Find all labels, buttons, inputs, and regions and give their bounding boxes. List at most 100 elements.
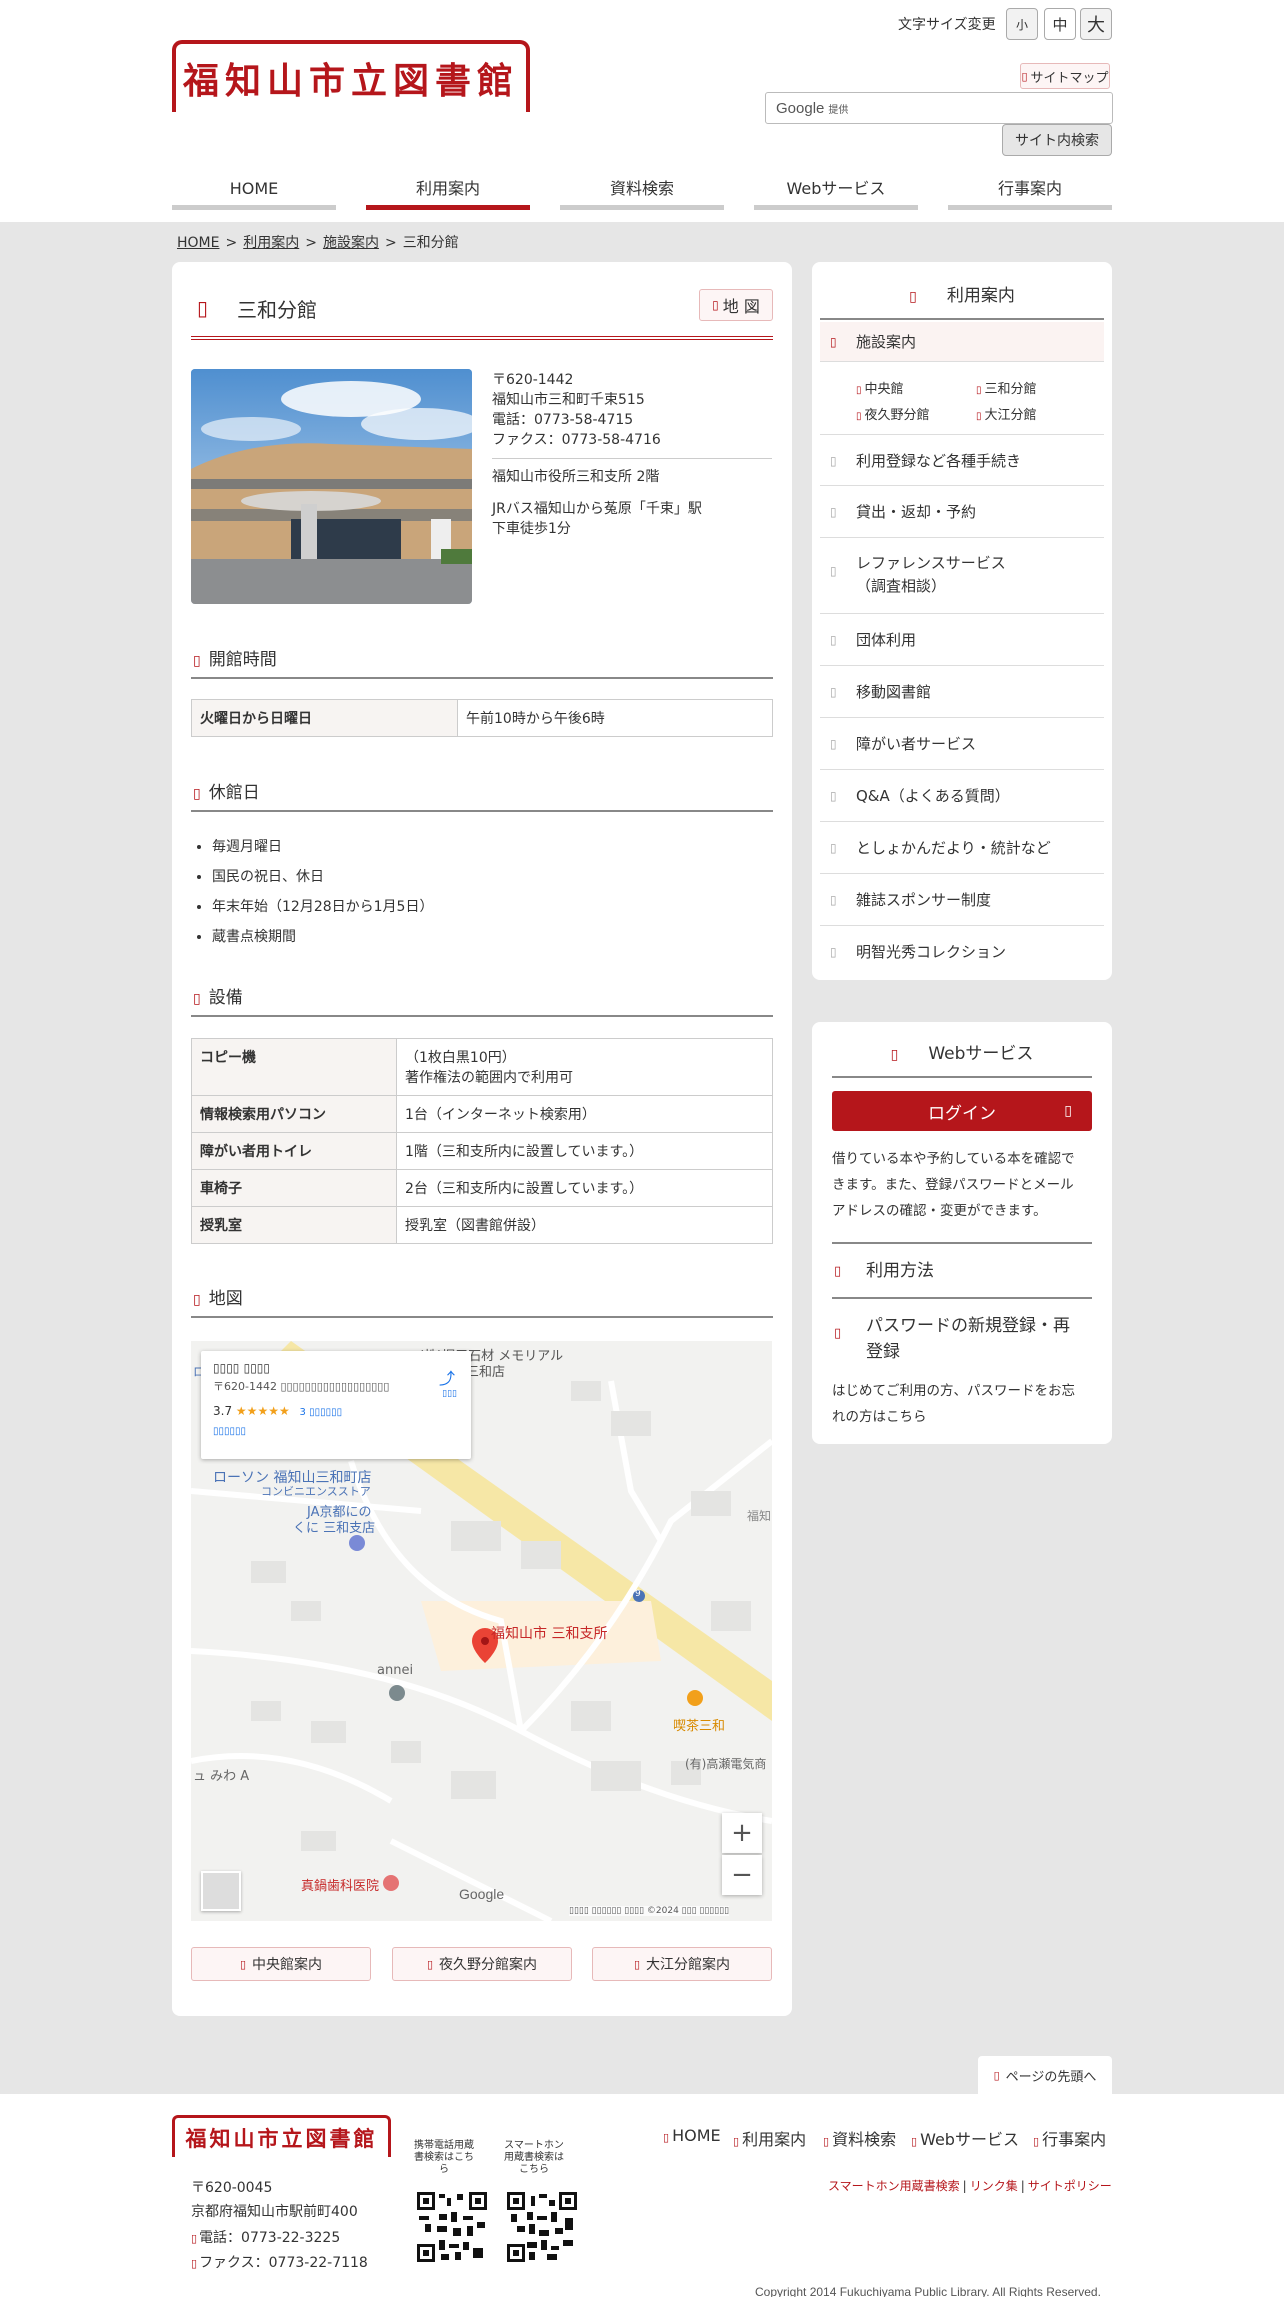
side-item-registration[interactable]: ▯ 利用登録など各種手続き bbox=[820, 434, 1104, 486]
side-item-disability[interactable]: ▯ 障がい者サービス bbox=[820, 718, 1104, 770]
bookmark-icon: ▯ bbox=[712, 298, 719, 312]
page-top-button[interactable]: ▯ ページの先頭へ bbox=[978, 2056, 1112, 2094]
bookmark-icon: ▯ bbox=[823, 2135, 830, 2148]
qr-code-smartphone bbox=[507, 2192, 577, 2262]
star-rating-icon: ★★★★★ bbox=[235, 1404, 290, 1418]
side-item-group[interactable]: ▯ 団体利用 bbox=[820, 614, 1104, 666]
font-size-medium-button[interactable]: 中 bbox=[1044, 8, 1076, 40]
site-policy-link[interactable]: サイトポリシー bbox=[1028, 2179, 1112, 2193]
page-title-bar: ▯ 三和分館 ▯ 地 図 bbox=[191, 288, 773, 340]
bookmark-icon: ▯ bbox=[1021, 69, 1028, 83]
footer-nav-search[interactable]: ▯ 資料検索 bbox=[823, 2126, 896, 2150]
bookmark-icon: ▯ bbox=[976, 385, 982, 396]
links-page-link[interactable]: リンク集 bbox=[970, 2179, 1018, 2193]
breadcrumb: HOME > 利用案内 > 施設案内 > 三和分館 bbox=[177, 235, 459, 251]
site-search-input[interactable]: Google 提供 bbox=[765, 92, 1113, 124]
side-sub-oe[interactable]: ▯ 大江分館 bbox=[976, 404, 1037, 423]
breadcrumb-home[interactable]: HOME bbox=[177, 235, 219, 251]
site-logo[interactable]: 福知山市立図書館 bbox=[172, 40, 530, 112]
breadcrumb-facility[interactable]: 施設案内 bbox=[323, 235, 379, 251]
site-search-button[interactable]: サイト内検索 bbox=[1002, 124, 1112, 156]
qr-code-mobile bbox=[417, 2192, 487, 2262]
building-photo bbox=[191, 369, 472, 604]
footer-nav-web-service[interactable]: ▯ Webサービス bbox=[911, 2126, 1019, 2150]
breadcrumb-usage[interactable]: 利用案内 bbox=[243, 235, 299, 251]
font-size-large-button[interactable]: 大 bbox=[1080, 8, 1112, 40]
list-item: 年末年始（12月28日から1月5日） bbox=[212, 892, 433, 922]
nav-search[interactable]: 資料検索 bbox=[560, 176, 724, 210]
footer-logo[interactable]: 福知山市立図書館 bbox=[172, 2115, 391, 2157]
oe-branch-button[interactable]: ▯ 大江分館案内 bbox=[592, 1947, 772, 1981]
table-row: 障がい者用トイレ 1階（三和支所内に設置しています。） bbox=[191, 1132, 773, 1170]
zoom-in-button[interactable]: + bbox=[722, 1813, 762, 1853]
bookmark-icon: ▯ bbox=[733, 2135, 740, 2148]
hours-heading: ▯ 開館時間 bbox=[191, 645, 773, 679]
bookmark-icon: ▯ bbox=[1064, 1103, 1072, 1119]
nav-usage[interactable]: 利用案内 bbox=[366, 176, 530, 210]
side-menu-title: ▯ 利用案内 bbox=[820, 278, 1104, 320]
directions-icon[interactable]: ⤴ bbox=[439, 1365, 455, 1389]
bookmark-icon: ▯ bbox=[834, 1326, 842, 1341]
bookmark-icon: ▯ bbox=[830, 841, 837, 855]
footer-links: スマートホン用蔵書検索 | リンク集 | サイトポリシー bbox=[828, 2179, 1112, 2193]
login-button[interactable]: ログイン ▯ bbox=[832, 1091, 1092, 1131]
bookmark-icon: ▯ bbox=[1033, 2135, 1040, 2148]
side-item-mobile-library[interactable]: ▯ 移動図書館 bbox=[820, 666, 1104, 718]
map-jump-button[interactable]: ▯ 地 図 bbox=[699, 289, 773, 321]
web-service-title: ▯ Webサービス bbox=[832, 1036, 1092, 1078]
bookmark-icon: ▯ bbox=[197, 296, 209, 320]
main-location-label[interactable]: 福知山市 三和支所 bbox=[491, 1623, 607, 1643]
bookmark-icon: ▯ bbox=[909, 289, 917, 305]
copyright: Copyright 2014 Fukuchiyama Public Librar… bbox=[755, 2285, 1101, 2297]
reviews-link[interactable]: 3 ▯▯▯▯▯▯ bbox=[300, 1407, 343, 1418]
font-size-small-button[interactable]: 小 bbox=[1006, 8, 1038, 40]
side-item-mitsuhide[interactable]: ▯ 明智光秀コレクション bbox=[820, 926, 1104, 978]
zoom-out-button[interactable]: − bbox=[722, 1855, 762, 1895]
bookmark-icon: ▯ bbox=[830, 335, 837, 349]
side-sub-central[interactable]: ▯ 中央館 bbox=[856, 378, 904, 397]
yakuno-branch-button[interactable]: ▯ 夜久野分館案内 bbox=[392, 1947, 572, 1981]
side-sub-yakuno[interactable]: ▯ 夜久野分館 bbox=[856, 404, 930, 423]
bookmark-icon: ▯ bbox=[193, 1292, 201, 1308]
nav-home[interactable]: HOME bbox=[172, 176, 336, 210]
smartphone-search-link[interactable]: スマートホン用蔵書検索 bbox=[828, 2179, 960, 2193]
side-item-lending[interactable]: ▯ 貸出・返却・予約 bbox=[820, 486, 1104, 538]
facilities-table: コピー機 （1枚白黒10円） 著作権法の範囲内で利用可 情報検索用パソコン 1台（… bbox=[191, 1038, 773, 1244]
google-logo: Google bbox=[459, 1886, 505, 1902]
side-item-newsletter[interactable]: ▯ としょかんだより・統計など bbox=[820, 822, 1104, 874]
phone-icon: ▯ bbox=[191, 2232, 198, 2245]
map-heading: ▯ 地図 bbox=[191, 1284, 773, 1318]
side-item-faq[interactable]: ▯ Q&A（よくある質問） bbox=[820, 770, 1104, 822]
bookmark-icon: ▯ bbox=[193, 786, 201, 802]
bookmark-icon: ▯ bbox=[976, 411, 982, 422]
footer-nav-events[interactable]: ▯ 行事案内 bbox=[1033, 2126, 1106, 2150]
bookmark-icon: ▯ bbox=[830, 737, 837, 751]
bookmark-icon: ▯ bbox=[239, 1957, 247, 1971]
nav-web-service[interactable]: Webサービス bbox=[754, 176, 918, 210]
usage-guide-link[interactable]: ▯ 利用方法 bbox=[832, 1242, 1092, 1297]
google-map[interactable]: (株)堀口石材 メモリアル ン三和店 ロ ローソン 福知山三和町店 コンビニエン… bbox=[191, 1341, 772, 1921]
access-line-2: 下車徒歩1分 bbox=[492, 521, 571, 537]
google-brand: Google bbox=[776, 99, 825, 117]
building-illustration bbox=[191, 369, 472, 604]
fax-icon: ▯ bbox=[191, 2257, 198, 2270]
sitemap-button[interactable]: ▯ サイトマップ bbox=[1020, 63, 1110, 89]
side-item-reference[interactable]: ▯ レファレンスサービス （調査相談） bbox=[820, 538, 1104, 614]
bookmark-icon: ▯ bbox=[830, 633, 837, 647]
password-register-link[interactable]: ▯ パスワードの新規登録・再 登録 bbox=[832, 1297, 1092, 1372]
table-row: 授乳室 授乳室（図書館併設） bbox=[191, 1206, 773, 1244]
larger-map-link[interactable]: ▯▯▯▯▯▯ bbox=[213, 1426, 459, 1437]
closed-list: 毎週月曜日 国民の祝日、休日 年末年始（12月28日から1月5日） 蔵書点検期間 bbox=[212, 832, 433, 952]
map-info-window: ▯▯▯▯ ▯▯▯▯ 〒620-1442 ▯▯▯▯▯▯▯▯▯▯▯▯▯▯▯▯▯▯ 3… bbox=[201, 1351, 471, 1459]
password-description: はじめてご利用の方、パスワードをお忘 れの方はこちら bbox=[832, 1383, 1075, 1425]
nav-events[interactable]: 行事案内 bbox=[948, 176, 1112, 210]
side-item-magazine-sponsor[interactable]: ▯ 雑誌スポンサー制度 bbox=[820, 874, 1104, 926]
footer-nav-usage[interactable]: ▯ 利用案内 bbox=[733, 2126, 806, 2150]
footer-nav-home[interactable]: ▯ HOME bbox=[663, 2126, 721, 2145]
location: 福知山市役所三和支所 2階 bbox=[492, 469, 660, 485]
map-layer-toggle[interactable] bbox=[201, 1871, 241, 1911]
central-library-button[interactable]: ▯ 中央館案内 bbox=[191, 1947, 371, 1981]
side-sub-sanwa[interactable]: ▯ 三和分館 bbox=[976, 378, 1037, 397]
fax: ファクス：0773-58-4716 bbox=[492, 432, 661, 448]
side-item-facility[interactable]: ▯ 施設案内 bbox=[820, 322, 1104, 362]
